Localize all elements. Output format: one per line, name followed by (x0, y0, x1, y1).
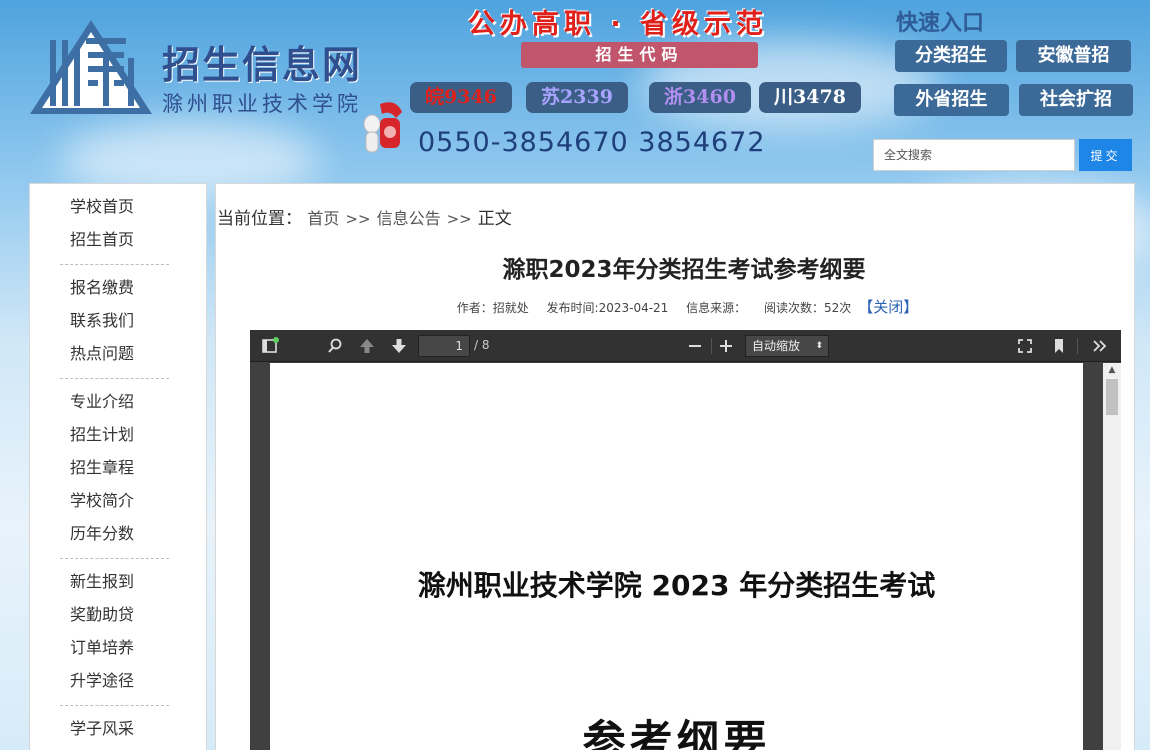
zoom-select-value: 自动缩放 (752, 339, 801, 353)
school-logo-icon[interactable] (28, 18, 154, 116)
site-title: 招生信息网 (162, 43, 363, 87)
code-pill-zhejiang: 浙3460 (649, 82, 751, 113)
school-name: 滁州职业技术学院 (162, 92, 362, 116)
enrollment-code-banner: 招生代码 (521, 42, 758, 68)
previous-page-icon[interactable] (358, 337, 376, 355)
sidebar-item-further-study[interactable]: 升学途径 (60, 666, 169, 699)
scroll-up-arrow-icon[interactable]: ▲ (1103, 363, 1121, 377)
sidebar-group: 学校首页 招生首页 (60, 184, 169, 265)
close-link[interactable]: 【关闭】 (858, 298, 918, 316)
pdf-scrollbar[interactable]: ▲ (1103, 363, 1121, 750)
sidebar-group: 报名缴费 联系我们 热点问题 (60, 265, 169, 379)
zoom-select[interactable]: 自动缩放 ⬍ (745, 335, 829, 357)
pdf-page: 滁州职业技术学院 2023 年分类招生考试 参考纲要 (270, 363, 1083, 750)
sidebar-item-enrollment-plan[interactable]: 招生计划 (60, 420, 169, 453)
site-header: 招生信息网 滁州职业技术学院 公办高职 · 省级示范 招生代码 皖9346 苏2… (0, 0, 1150, 180)
search-icon[interactable] (326, 337, 344, 355)
more-tools-icon[interactable] (1091, 337, 1109, 355)
breadcrumb: 当前位置： 首页 >> 信息公告 >> 正文 (217, 204, 512, 229)
scroll-thumb[interactable] (1106, 379, 1118, 415)
breadcrumb-separator: >> (345, 210, 371, 228)
breadcrumb-current: 正文 (477, 209, 512, 229)
toolbar-divider (1077, 338, 1078, 354)
fullscreen-icon[interactable] (1016, 337, 1034, 355)
breadcrumb-section-link[interactable]: 信息公告 (377, 209, 441, 228)
zoom-in-icon[interactable] (717, 337, 735, 355)
article-views: 阅读次数：52次 (764, 301, 852, 315)
bookmark-icon[interactable] (1050, 337, 1068, 355)
quick-link-out-of-province[interactable]: 外省招生 (894, 84, 1009, 116)
article-publish-date: 发布时间:2023-04-21 (546, 301, 669, 315)
article-meta: 作者：招就处 发布时间:2023-04-21 信息来源： 阅读次数：52次 【关闭… (216, 296, 1150, 317)
breadcrumb-home-link[interactable]: 首页 (307, 209, 339, 228)
quick-link-social-expansion[interactable]: 社会扩招 (1019, 84, 1133, 116)
sidebar-group: 新生报到 奖勤助贷 订单培养 升学途径 (60, 559, 169, 706)
breadcrumb-separator: >> (446, 210, 472, 228)
code-pill-jiangsu: 苏2339 (526, 82, 628, 113)
quick-link-anhui-general[interactable]: 安徽普招 (1016, 40, 1131, 72)
slogan: 公办高职 · 省级示范 (468, 9, 769, 40)
pdf-viewer: / 8 自动缩放 ⬍ 滁州 (250, 330, 1121, 750)
sidebar-toggle-icon[interactable] (261, 337, 279, 355)
zoom-out-icon[interactable] (686, 337, 704, 355)
page-total: / 8 (474, 338, 490, 352)
sidebar-item-enrollment-charter[interactable]: 招生章程 (60, 453, 169, 486)
article-author: 作者：招就处 (456, 301, 529, 315)
quick-access-title: 快速入口 (896, 11, 985, 36)
article-title: 滁职2023年分类招生考试参考纲要 (502, 257, 866, 283)
phone-number: 0550-3854670 3854672 (418, 127, 766, 158)
search-input[interactable] (873, 139, 1075, 171)
article-source: 信息来源： (686, 301, 747, 315)
search-submit-button[interactable]: 提交 (1079, 139, 1132, 171)
sidebar-item-hot-questions[interactable]: 热点问题 (60, 339, 169, 372)
sidebar-group: 学子风采 (60, 706, 169, 750)
sidebar-item-majors[interactable]: 专业介绍 (60, 387, 169, 420)
quick-link-classified-enrollment[interactable]: 分类招生 (895, 40, 1007, 72)
sidebar-item-student-showcase[interactable]: 学子风采 (60, 714, 169, 747)
document-heading: 滁州职业技术学院 2023 年分类招生考试 (417, 569, 936, 602)
sidebar-item-enrollment-home[interactable]: 招生首页 (60, 225, 169, 258)
toolbar-divider (711, 338, 712, 354)
sidebar-item-order-training[interactable]: 订单培养 (60, 633, 169, 666)
pdf-toolbar: / 8 自动缩放 ⬍ (250, 330, 1121, 362)
sidebar-item-financial-aid[interactable]: 奖勤助贷 (60, 600, 169, 633)
sidebar-item-freshman-registration[interactable]: 新生报到 (60, 567, 169, 600)
sidebar-nav: 学校首页 招生首页 报名缴费 联系我们 热点问题 专业介绍 招生计划 招生章程 … (29, 183, 207, 750)
code-pill-sichuan: 川3478 (759, 82, 861, 113)
sidebar-group: 专业介绍 招生计划 招生章程 学校简介 历年分数 (60, 379, 169, 559)
sidebar-item-past-scores[interactable]: 历年分数 (60, 519, 169, 552)
next-page-icon[interactable] (390, 337, 408, 355)
document-subtitle: 参考纲要 (582, 717, 771, 750)
sidebar-item-contact-us[interactable]: 联系我们 (60, 306, 169, 339)
code-pill-anhui: 皖9346 (410, 82, 512, 113)
page-number-input[interactable] (418, 335, 470, 357)
telephone-icon (363, 102, 402, 153)
main-content: 当前位置： 首页 >> 信息公告 >> 正文 滁职2023年分类招生考试参考纲要 作者：… (215, 183, 1135, 750)
sidebar-item-school-intro[interactable]: 学校简介 (60, 486, 169, 519)
chevron-updown-icon: ⬍ (815, 341, 823, 351)
sidebar-item-school-home[interactable]: 学校首页 (60, 192, 169, 225)
sidebar-item-registration-payment[interactable]: 报名缴费 (60, 273, 169, 306)
breadcrumb-label: 当前位置： (217, 209, 302, 229)
